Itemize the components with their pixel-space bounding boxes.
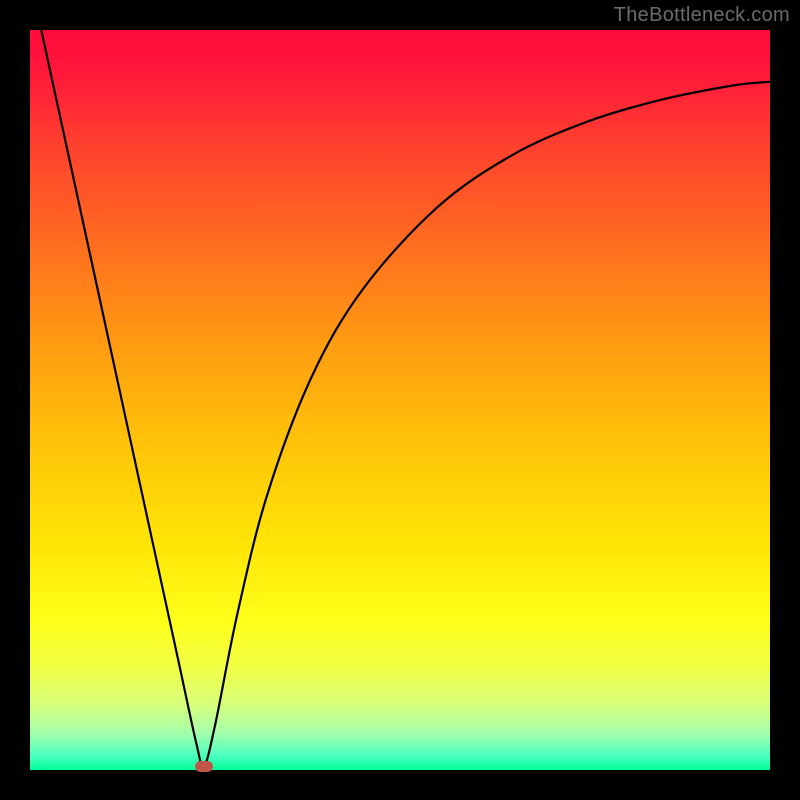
plot-area xyxy=(30,30,770,770)
curve-svg xyxy=(30,30,770,770)
curve-path xyxy=(30,30,770,767)
minimum-marker xyxy=(195,761,213,772)
attribution-text: TheBottleneck.com xyxy=(614,4,790,27)
chart-frame: TheBottleneck.com xyxy=(0,0,800,800)
